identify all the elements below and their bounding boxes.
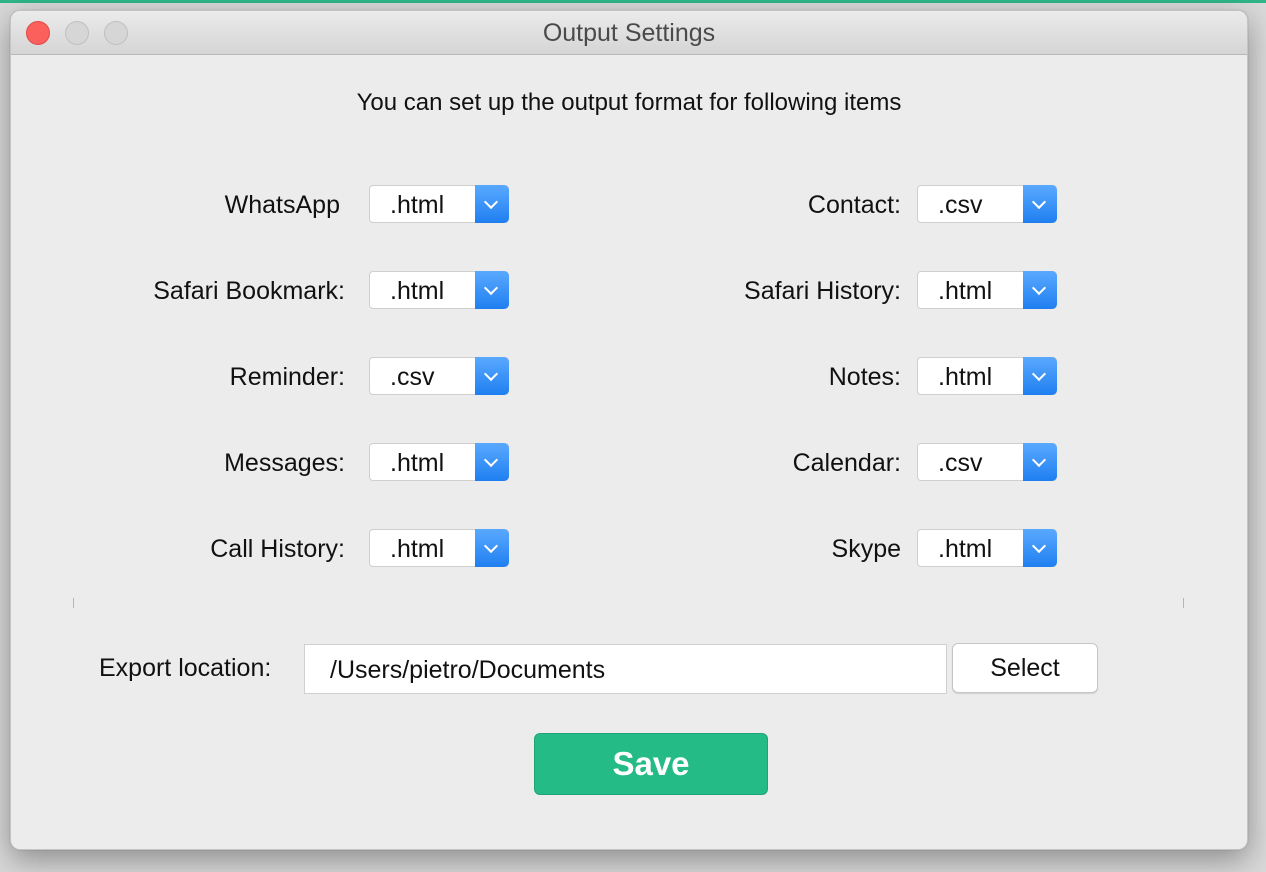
chevron-down-icon[interactable] bbox=[1023, 185, 1057, 223]
calendar-format-select[interactable]: .csv bbox=[917, 443, 1057, 481]
whatsapp-label: WhatsApp bbox=[224, 191, 340, 219]
call-history-label: Call History: bbox=[210, 535, 345, 563]
safari-history-label: Safari History: bbox=[744, 277, 901, 305]
select-location-button[interactable]: Select bbox=[952, 643, 1098, 693]
chevron-down-icon[interactable] bbox=[475, 185, 509, 223]
calendar-format-value: .csv bbox=[938, 449, 983, 477]
divider-mark bbox=[1183, 598, 1184, 608]
export-path-field[interactable]: /Users/pietro/Documents bbox=[304, 644, 947, 694]
chevron-down-icon[interactable] bbox=[475, 443, 509, 481]
calendar-label: Calendar: bbox=[792, 449, 901, 477]
title-bar: Output Settings bbox=[11, 11, 1247, 55]
chevron-down-icon[interactable] bbox=[475, 529, 509, 567]
notes-label: Notes: bbox=[828, 363, 901, 391]
messages-format-value: .html bbox=[390, 449, 445, 477]
reminder-label: Reminder: bbox=[229, 363, 345, 391]
reminder-format-value: .csv bbox=[390, 363, 435, 391]
output-settings-window: Output Settings You can set up the outpu… bbox=[10, 10, 1248, 850]
skype-format-select[interactable]: .html bbox=[917, 529, 1057, 567]
contact-label: Contact: bbox=[807, 191, 901, 219]
chevron-down-icon[interactable] bbox=[1023, 271, 1057, 309]
reminder-format-select[interactable]: .csv bbox=[369, 357, 509, 395]
notes-format-value: .html bbox=[938, 363, 993, 391]
skype-format-value: .html bbox=[938, 535, 993, 563]
whatsapp-format-value: .html bbox=[390, 191, 445, 219]
chevron-down-icon[interactable] bbox=[1023, 357, 1057, 395]
call-history-format-select[interactable]: .html bbox=[369, 529, 509, 567]
export-location-label: Export location: bbox=[99, 654, 272, 682]
safari-bookmark-format-select[interactable]: .html bbox=[369, 271, 509, 309]
chevron-down-icon[interactable] bbox=[1023, 529, 1057, 567]
divider-mark bbox=[73, 598, 74, 608]
chevron-down-icon[interactable] bbox=[1023, 443, 1057, 481]
safari-history-format-select[interactable]: .html bbox=[917, 271, 1057, 309]
safari-bookmark-label: Safari Bookmark: bbox=[153, 277, 345, 305]
save-button[interactable]: Save bbox=[534, 733, 768, 795]
notes-format-select[interactable]: .html bbox=[917, 357, 1057, 395]
whatsapp-format-select[interactable]: .html bbox=[369, 185, 509, 223]
intro-text: You can set up the output format for fol… bbox=[356, 89, 902, 116]
contact-format-select[interactable]: .csv bbox=[917, 185, 1057, 223]
safari-history-format-value: .html bbox=[938, 277, 993, 305]
contact-format-value: .csv bbox=[938, 191, 983, 219]
safari-bookmark-format-value: .html bbox=[390, 277, 445, 305]
chevron-down-icon[interactable] bbox=[475, 357, 509, 395]
messages-format-select[interactable]: .html bbox=[369, 443, 509, 481]
chevron-down-icon[interactable] bbox=[475, 271, 509, 309]
window-title: Output Settings bbox=[542, 19, 716, 47]
call-history-format-value: .html bbox=[390, 535, 445, 563]
messages-label: Messages: bbox=[224, 449, 345, 477]
top-accent-line bbox=[0, 0, 1266, 3]
skype-label: Skype bbox=[831, 535, 901, 563]
